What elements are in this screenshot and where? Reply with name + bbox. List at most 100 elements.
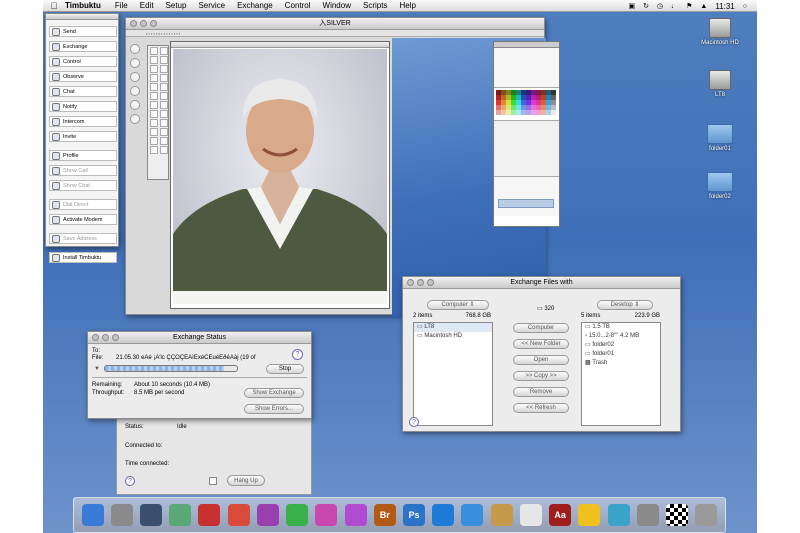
app-h-icon[interactable]	[286, 504, 309, 526]
list-item[interactable]: ▭ Macintosh HD	[414, 332, 492, 341]
desktop-icon-lt8[interactable]: LT8	[693, 70, 747, 98]
tool-icon[interactable]	[150, 119, 158, 127]
tool-icon[interactable]	[150, 146, 158, 154]
list-item[interactable]: ▭ 1.5 TB	[582, 323, 660, 332]
palette-item-show-chat[interactable]: Show Chat	[49, 180, 117, 191]
tool-icon[interactable]	[150, 74, 158, 82]
palette-item-install-timbuktu[interactable]: Install Timbuktu	[49, 252, 117, 263]
trash-icon[interactable]	[695, 504, 718, 526]
exchange-status-title-bar[interactable]: Exchange Status	[88, 332, 311, 344]
safari-icon[interactable]	[461, 504, 484, 526]
palette-item-invite[interactable]: Invite	[49, 131, 117, 142]
timbuktu-icon[interactable]	[607, 504, 630, 526]
menu-scripts[interactable]: Scripts	[363, 1, 387, 10]
tool-icon[interactable]	[150, 47, 158, 55]
minimize-icon[interactable]	[417, 279, 424, 286]
tool-icon[interactable]	[160, 74, 168, 82]
time-machine-menu-icon[interactable]: ◷	[657, 2, 663, 10]
app-w-icon[interactable]	[344, 504, 367, 526]
textedit-icon[interactable]	[519, 504, 542, 526]
tool-icon[interactable]	[150, 128, 158, 136]
menu-app-name[interactable]: Timbuktu	[65, 1, 101, 10]
tool-icon[interactable]	[160, 119, 168, 127]
bluetooth-icon[interactable]: ▲	[700, 3, 707, 10]
right-file-list[interactable]: ▭ 1.5 TB ▫ 15.0...2-8"" 4.2 MB ▭ folder0…	[581, 322, 661, 426]
dashboard-icon[interactable]	[140, 504, 163, 526]
palette-item-control[interactable]: Control	[49, 56, 117, 67]
dock-circle-icon[interactable]	[130, 100, 140, 110]
tool-icon[interactable]	[150, 83, 158, 91]
close-icon[interactable]	[130, 20, 137, 27]
menu-setup[interactable]: Setup	[166, 1, 187, 10]
tool-icon[interactable]	[160, 65, 168, 73]
finder-icon[interactable]	[81, 504, 104, 526]
ical-icon[interactable]	[227, 504, 250, 526]
remove-button[interactable]: Remove	[513, 387, 569, 397]
layer-row[interactable]	[498, 199, 554, 208]
layers-palette[interactable]	[494, 176, 559, 216]
tool-icon[interactable]	[160, 146, 168, 154]
close-icon[interactable]	[92, 334, 99, 341]
palette-item-save-address[interactable]: Save Address	[49, 233, 117, 244]
copy-button[interactable]: >> Copy >>	[513, 371, 569, 381]
adium-icon[interactable]	[578, 504, 601, 526]
palette-item-send[interactable]: Send	[49, 26, 117, 37]
tool-icon[interactable]	[150, 56, 158, 64]
volume-icon[interactable]: ♩	[671, 3, 678, 10]
swatches-palette[interactable]	[494, 88, 559, 120]
menu-edit[interactable]: Edit	[140, 1, 154, 10]
help-icon[interactable]: ?	[292, 349, 303, 360]
list-item[interactable]: ▭ LT8	[414, 323, 492, 332]
preview-icon[interactable]	[490, 504, 513, 526]
apple-menu-icon[interactable]: 	[43, 1, 65, 11]
dock-circle-icon[interactable]	[130, 114, 140, 124]
chess-icon[interactable]	[665, 504, 688, 526]
palette-item-exchange[interactable]: Exchange	[49, 41, 117, 52]
tool-icon[interactable]	[160, 56, 168, 64]
close-icon[interactable]	[407, 279, 414, 286]
desktop-icon-macintosh-hd[interactable]: Macintosh HD	[693, 18, 747, 46]
bridge-icon[interactable]: Br	[373, 504, 396, 526]
hang-up-button[interactable]: Hang Up	[227, 475, 265, 486]
character-palette[interactable]	[494, 48, 559, 88]
dock-circle-icon[interactable]	[130, 72, 140, 82]
zoom-icon[interactable]	[427, 279, 434, 286]
new-folder-button[interactable]: << New Folder	[513, 339, 569, 349]
app-p-icon[interactable]	[315, 504, 338, 526]
tool-icon[interactable]	[160, 110, 168, 118]
time-machine-icon[interactable]	[169, 504, 192, 526]
menu-service[interactable]: Service	[198, 1, 225, 10]
color-swatch[interactable]	[551, 110, 556, 115]
document-title-bar[interactable]	[171, 42, 389, 48]
zoom-icon[interactable]	[150, 20, 157, 27]
tool-icon[interactable]	[150, 110, 158, 118]
right-volume-popup[interactable]: Desktop ⇕	[597, 300, 653, 310]
tool-icon[interactable]	[150, 92, 158, 100]
palette-item-show-call[interactable]: Show Call	[49, 165, 117, 176]
tool-icon[interactable]	[160, 101, 168, 109]
chair-icon[interactable]	[198, 504, 221, 526]
system-preferences-icon[interactable]	[110, 504, 133, 526]
photoshop-menu-strip[interactable]: ▪ ▪ ▪ ▪ ▪ ▪ ▪ ▪ ▪ ▪ ▪ ▪ ▪ ▪	[126, 30, 544, 37]
palette-item-profile[interactable]: Profile	[49, 150, 117, 161]
left-volume-popup[interactable]: Computer ⇕	[427, 300, 489, 310]
tool-icon[interactable]	[160, 137, 168, 145]
list-item[interactable]: ▭ folder01	[582, 350, 660, 359]
tool-icon[interactable]	[150, 65, 158, 73]
desktop-icon-folder01[interactable]: folder01	[693, 124, 747, 152]
tool-icon[interactable]	[150, 137, 158, 145]
system-profiler-icon[interactable]	[636, 504, 659, 526]
show-errors-button[interactable]: Show Errors...	[244, 404, 304, 414]
show-exchange-button[interactable]: Show Exchange	[244, 388, 304, 398]
actions-palette[interactable]	[494, 120, 559, 176]
palette-item-dial-direct[interactable]: Dial Direct	[49, 199, 117, 210]
sync-icon[interactable]: ↻	[643, 2, 649, 10]
tool-icon[interactable]	[150, 101, 158, 109]
palette-item-activate-modem[interactable]: Activate Modem	[49, 214, 117, 225]
stop-button[interactable]: Stop	[266, 364, 304, 374]
dictionary-icon[interactable]: Aa	[549, 504, 572, 526]
zoom-icon[interactable]	[112, 334, 119, 341]
minimize-icon[interactable]	[102, 334, 109, 341]
palette-title-bar[interactable]	[46, 14, 118, 20]
tool-icon[interactable]	[160, 128, 168, 136]
